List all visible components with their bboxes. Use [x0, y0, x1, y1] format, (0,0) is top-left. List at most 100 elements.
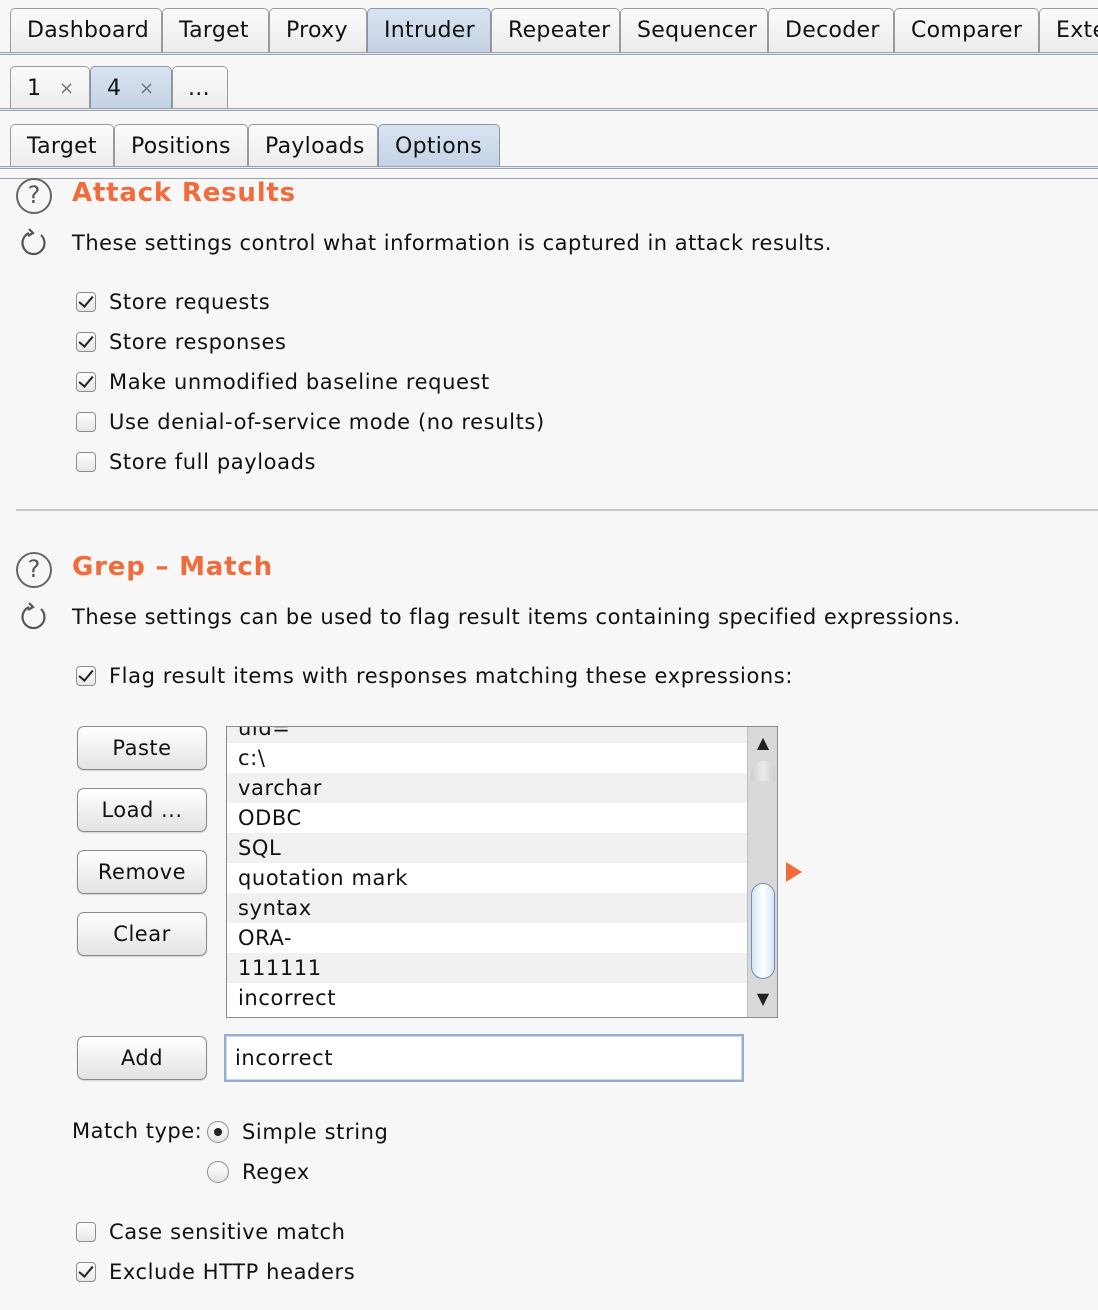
- tab-bar-border: [0, 52, 1098, 55]
- refresh-icon[interactable]: [19, 228, 49, 258]
- store-requests-option[interactable]: Store requests: [76, 288, 270, 316]
- tab-extender[interactable]: Exte: [1039, 8, 1098, 52]
- subtab-positions[interactable]: Positions: [114, 124, 248, 168]
- subtab-payloads[interactable]: Payloads: [248, 124, 378, 168]
- add-button[interactable]: Add: [77, 1036, 207, 1080]
- tab-dashboard[interactable]: Dashboard: [10, 8, 162, 52]
- simple-string-radio[interactable]: [207, 1121, 229, 1143]
- expand-arrow-icon[interactable]: [786, 862, 802, 882]
- radio-label: Simple string: [242, 1120, 389, 1144]
- list-item[interactable]: c:\: [227, 743, 747, 773]
- regex-radio[interactable]: [207, 1161, 229, 1183]
- scrollbar-track: [751, 761, 775, 781]
- exclude-headers-option[interactable]: Exclude HTTP headers: [76, 1258, 355, 1286]
- case-sensitive-option[interactable]: Case sensitive match: [76, 1218, 346, 1246]
- attack-tab-1[interactable]: 1 ×: [10, 66, 90, 110]
- tab-label: 1: [27, 76, 42, 101]
- tab-label: Positions: [131, 134, 231, 159]
- case-sensitive-checkbox[interactable]: [76, 1222, 96, 1242]
- list-item[interactable]: SQL: [227, 833, 747, 863]
- grep-match-title: Grep – Match: [72, 552, 273, 582]
- paste-button[interactable]: Paste: [77, 726, 207, 770]
- baseline-request-option[interactable]: Make unmodified baseline request: [76, 368, 490, 396]
- baseline-request-checkbox[interactable]: [76, 372, 96, 392]
- tab-comparer[interactable]: Comparer: [894, 8, 1039, 52]
- tab-label: Target: [179, 18, 249, 43]
- list-scrollbar[interactable]: ▲ ▼: [747, 727, 777, 1017]
- match-type-label: Match type:: [72, 1119, 203, 1143]
- tab-repeater[interactable]: Repeater: [491, 8, 620, 52]
- tab-label: Exte: [1056, 18, 1098, 43]
- checkbox-label: Exclude HTTP headers: [109, 1260, 356, 1284]
- list-item[interactable]: quotation mark: [227, 863, 747, 893]
- help-icon[interactable]: ?: [16, 552, 52, 588]
- tab-label: Sequencer: [637, 18, 758, 43]
- tab-label: Intruder: [384, 18, 475, 43]
- tab-intruder[interactable]: Intruder: [367, 8, 491, 52]
- tab-label: ...: [188, 76, 210, 101]
- attack-results-description: These settings control what information …: [72, 231, 832, 255]
- tab-bar-border: [0, 166, 1098, 169]
- store-full-payloads-option[interactable]: Store full payloads: [76, 448, 316, 476]
- refresh-icon[interactable]: [19, 602, 49, 632]
- subtab-target[interactable]: Target: [10, 124, 114, 168]
- grep-match-description: These settings can be used to flag resul…: [72, 605, 961, 629]
- attack-tab-more[interactable]: ...: [172, 66, 228, 110]
- tab-label: Dashboard: [27, 18, 150, 43]
- store-requests-checkbox[interactable]: [76, 292, 96, 312]
- tab-sequencer[interactable]: Sequencer: [620, 8, 768, 52]
- checkbox-label: Make unmodified baseline request: [109, 370, 490, 394]
- scroll-down-icon[interactable]: ▼: [748, 989, 777, 1008]
- checkbox-label: Store requests: [109, 290, 271, 314]
- store-responses-option[interactable]: Store responses: [76, 328, 287, 356]
- expressions-list[interactable]: uid= c:\ varchar ODBC SQL quotation mark…: [226, 726, 778, 1018]
- section-divider: [16, 509, 1098, 511]
- dos-mode-checkbox[interactable]: [76, 412, 96, 432]
- flag-results-option[interactable]: Flag result items with responses matchin…: [76, 662, 793, 690]
- flag-results-checkbox[interactable]: [76, 666, 96, 686]
- load-button[interactable]: Load ...: [77, 788, 207, 832]
- list-item[interactable]: ODBC: [227, 803, 747, 833]
- main-tab-bar: Dashboard Target Proxy Intruder Repeater…: [0, 0, 1098, 62]
- regex-option[interactable]: Regex: [207, 1158, 310, 1186]
- remove-button[interactable]: Remove: [77, 850, 207, 894]
- tab-label: Repeater: [508, 18, 611, 43]
- close-icon[interactable]: ×: [139, 67, 154, 110]
- tab-proxy[interactable]: Proxy: [269, 8, 367, 52]
- radio-label: Regex: [242, 1160, 310, 1184]
- tab-target[interactable]: Target: [162, 8, 269, 52]
- list-item[interactable]: ORA-: [227, 923, 747, 953]
- attack-results-title: Attack Results: [72, 178, 296, 208]
- tab-decoder[interactable]: Decoder: [768, 8, 894, 52]
- store-responses-checkbox[interactable]: [76, 332, 96, 352]
- list-item[interactable]: 111111: [227, 953, 747, 983]
- attack-tab-bar: 1 × 4 × ...: [0, 62, 1098, 120]
- tab-label: 4: [107, 76, 122, 101]
- list-item[interactable]: uid=: [227, 727, 747, 743]
- tab-label: Target: [27, 134, 97, 159]
- list-item[interactable]: syntax: [227, 893, 747, 923]
- store-full-payloads-checkbox[interactable]: [76, 452, 96, 472]
- subtab-options[interactable]: Options: [378, 124, 500, 168]
- scrollbar-thumb[interactable]: [751, 883, 775, 979]
- add-expression-input[interactable]: incorrect: [224, 1034, 744, 1082]
- checkbox-label: Store full payloads: [109, 450, 317, 474]
- tab-label: Payloads: [265, 134, 365, 159]
- attack-tab-4[interactable]: 4 ×: [90, 66, 172, 110]
- tab-label: Proxy: [286, 18, 348, 43]
- scroll-up-icon[interactable]: ▲: [748, 733, 777, 752]
- checkbox-label: Store responses: [109, 330, 287, 354]
- simple-string-option[interactable]: Simple string: [207, 1118, 388, 1146]
- checkbox-label: Case sensitive match: [109, 1220, 346, 1244]
- dos-mode-option[interactable]: Use denial-of-service mode (no results): [76, 408, 545, 436]
- list-item[interactable]: incorrect: [227, 983, 747, 1013]
- list-item[interactable]: varchar: [227, 773, 747, 803]
- help-icon[interactable]: ?: [16, 178, 52, 214]
- close-icon[interactable]: ×: [59, 67, 74, 110]
- tab-bar-border: [0, 108, 1098, 111]
- checkbox-label: Use denial-of-service mode (no results): [109, 410, 545, 434]
- clear-button[interactable]: Clear: [77, 912, 207, 956]
- expressions-list-items: uid= c:\ varchar ODBC SQL quotation mark…: [227, 727, 747, 1013]
- sub-tab-bar: Target Positions Payloads Options: [0, 120, 1098, 182]
- exclude-headers-checkbox[interactable]: [76, 1262, 96, 1282]
